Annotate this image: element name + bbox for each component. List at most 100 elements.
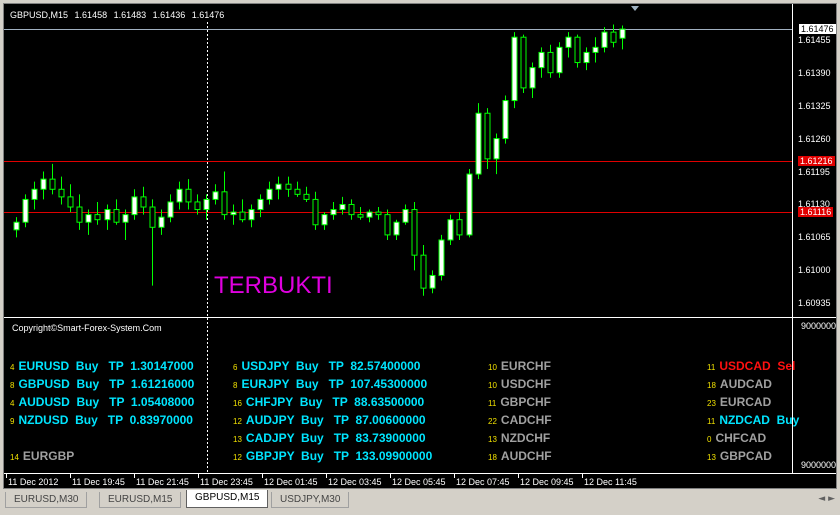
signal-row: 8 GBPUSD Buy TP 1.61216000 xyxy=(10,376,194,392)
time-tick-label: 12 Dec 11:45 xyxy=(584,477,637,487)
signal-strength-number: 0 xyxy=(707,435,712,444)
candle-body xyxy=(248,209,255,221)
candle-body xyxy=(502,100,509,140)
candle-body xyxy=(592,46,599,53)
candle-body xyxy=(275,183,282,190)
candle-body xyxy=(94,214,101,221)
signal-strength-number: 22 xyxy=(488,417,497,426)
time-tick-label: 12 Dec 07:45 xyxy=(456,477,510,487)
candle-body xyxy=(113,209,120,223)
signal-text: GBPCHF xyxy=(500,395,551,409)
chart-shift-marker-icon xyxy=(631,6,639,11)
signal-strength-number: 13 xyxy=(707,453,716,462)
candle-body xyxy=(285,183,292,190)
signal-strength-number: 8 xyxy=(10,381,15,390)
indicator-copyright: Copyright©Smart-Forex-System.Com xyxy=(12,323,162,333)
ohlc-close: 1.61476 xyxy=(191,10,225,20)
candle-body xyxy=(194,201,201,211)
signal-row: 11 NZDCAD Buy xyxy=(707,412,799,428)
candle-body xyxy=(456,219,463,236)
time-tick-label: 11 Dec 23:45 xyxy=(200,477,253,487)
signal-text: USDJPY Buy TP 82.57400000 xyxy=(241,359,421,373)
signal-text: NZDUSD Buy TP 0.83970000 xyxy=(18,413,193,427)
candle-body xyxy=(366,211,373,218)
candle-body xyxy=(303,193,310,200)
signal-row: 6 USDJPY Buy TP 82.57400000 xyxy=(233,358,420,374)
signal-text: CHFJPY Buy TP 88.63500000 xyxy=(245,395,425,409)
candle-body xyxy=(475,112,482,175)
candle-body xyxy=(167,201,174,218)
signal-strength-number: 12 xyxy=(233,453,242,462)
candle-body xyxy=(221,191,228,216)
indicator-scale-bottom: 9000000 xyxy=(801,460,837,470)
candle-body xyxy=(239,211,246,221)
signal-text: AUDCAD xyxy=(719,377,772,391)
signal-text: EURGBP xyxy=(22,449,75,463)
signal-row: 18 AUDCHF xyxy=(488,448,552,464)
candle-body xyxy=(574,36,581,64)
candle-body xyxy=(529,67,536,89)
chart-tab[interactable]: EURUSD,M30 xyxy=(5,492,88,508)
signal-strength-number: 13 xyxy=(488,435,497,444)
candle-body xyxy=(619,28,626,39)
symbol-timeframe: GBPUSD,M15 xyxy=(10,10,69,20)
tab-scroll-arrows-icon[interactable]: ◄ ► xyxy=(818,492,835,508)
candle-body xyxy=(294,188,301,195)
candle-body xyxy=(212,191,219,200)
time-tick-label: 11 Dec 2012 xyxy=(8,477,59,487)
price-tick-label: 1.61065 xyxy=(798,232,831,243)
signal-strength-number: 4 xyxy=(10,399,15,408)
signal-text: CADJPY Buy TP 83.73900000 xyxy=(245,431,426,445)
chart-tab[interactable]: EURUSD,M15 xyxy=(99,492,182,508)
chart-window[interactable]: GBPUSD,M15 1.61458 1.61483 1.61436 1.614… xyxy=(3,3,837,489)
signal-strength-number: 14 xyxy=(10,453,19,462)
candle-body xyxy=(357,214,364,218)
signal-strength-number: 11 xyxy=(707,363,716,372)
current-price-label: 1.61476 xyxy=(798,23,836,36)
signal-row: 23 EURCAD xyxy=(707,394,771,410)
price-tick-label: 1.60935 xyxy=(798,298,831,309)
candle-body xyxy=(583,51,590,64)
signal-text: AUDCHF xyxy=(500,449,552,463)
candle-body xyxy=(22,198,29,223)
signal-text: USDCAD Sel xyxy=(719,359,796,373)
candle-body xyxy=(393,221,400,236)
signal-strength-number: 4 xyxy=(10,363,15,372)
signal-text: EURUSD Buy TP 1.30147000 xyxy=(18,359,194,373)
candle-body xyxy=(484,112,491,160)
candle-body xyxy=(610,31,617,43)
candle-body xyxy=(447,219,454,241)
candle-body xyxy=(511,36,518,102)
signal-strength-number: 9 xyxy=(10,417,15,426)
candle-body xyxy=(31,188,38,200)
candle-body xyxy=(312,198,319,226)
price-tick-label: 1.61195 xyxy=(798,166,830,177)
price-tick-label: 1.61455 xyxy=(798,34,831,45)
chart-tab[interactable]: USDJPY,M30 xyxy=(271,492,350,508)
candle-body xyxy=(348,203,355,216)
price-tick-label: 1.61000 xyxy=(798,265,831,276)
candle-body xyxy=(411,209,418,256)
candle-body xyxy=(402,209,409,223)
candle-body xyxy=(493,138,500,160)
candle-body xyxy=(429,274,436,289)
signal-row: 11 USDCAD Sel xyxy=(707,358,795,374)
signal-text: GBPJPY Buy TP 133.09900000 xyxy=(245,449,433,463)
candle-body xyxy=(420,254,427,289)
signal-strength-number: 12 xyxy=(233,417,242,426)
signal-strength-number: 6 xyxy=(233,363,238,372)
signal-row: 13 CADJPY Buy TP 83.73900000 xyxy=(233,430,426,446)
candle-body xyxy=(185,188,192,203)
chart-tab-bar: EURUSD,M30 EURUSD,M15 GBPUSD,M15 USDJPY,M30… xyxy=(3,490,837,512)
candle-body xyxy=(104,209,111,221)
signal-row: 10 USDCHF xyxy=(488,376,551,392)
signal-row: 12 GBPJPY Buy TP 133.09900000 xyxy=(233,448,432,464)
chart-tab[interactable]: GBPUSD,M15 xyxy=(186,490,269,508)
signal-text: EURJPY Buy TP 107.45300000 xyxy=(241,377,428,391)
signal-text: EURCHF xyxy=(500,359,551,373)
signal-text: NZDCAD Buy xyxy=(719,413,800,427)
price-tick-label: 1.61325 xyxy=(798,100,831,111)
candle-body xyxy=(266,188,273,200)
candle-body xyxy=(556,46,563,74)
signal-text: EURCAD xyxy=(719,395,772,409)
